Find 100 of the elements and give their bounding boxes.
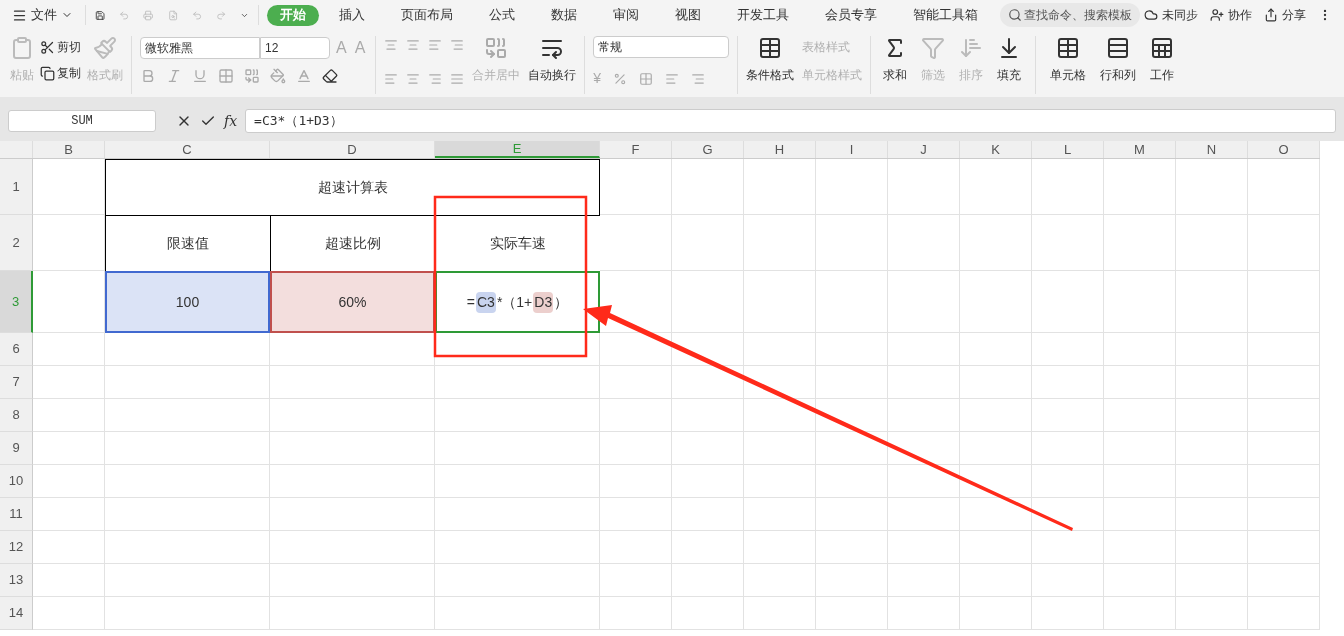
ribbon-icon[interactable] [1056, 36, 1081, 60]
paste-icon[interactable] [10, 36, 34, 60]
row-header[interactable]: 10 [0, 465, 33, 498]
ribbon-button[interactable]: 单元格 [1050, 66, 1087, 84]
border-icon[interactable] [218, 68, 234, 84]
ribbon-icon[interactable] [1106, 36, 1131, 60]
cut-button[interactable]: 剪切 [57, 38, 81, 56]
ribbon-button[interactable]: 求和 [883, 66, 908, 84]
empty-cell [1032, 597, 1104, 630]
row-header[interactable]: 6 [0, 333, 33, 366]
number-format-select[interactable]: 常规 [593, 36, 730, 58]
empty-cell [1104, 531, 1176, 564]
merge-icon[interactable] [484, 36, 509, 60]
align-icon[interactable] [384, 38, 399, 52]
underline-icon[interactable] [192, 68, 208, 84]
ribbon-tab[interactable]: 会员专享 [809, 4, 893, 26]
empty-cell [600, 498, 672, 531]
empty-cell [1104, 271, 1176, 333]
indent-icon[interactable] [450, 38, 465, 52]
column-header[interactable]: L [1032, 141, 1104, 158]
empty-cell [1176, 597, 1248, 630]
align-center-icon[interactable] [406, 72, 421, 86]
ribbon-button[interactable]: 填充 [997, 66, 1022, 84]
row-header[interactable]: 13 [0, 564, 33, 597]
wrap-button[interactable]: 自动换行 [528, 66, 577, 84]
font-color-icon[interactable] [296, 68, 312, 84]
action-button[interactable]: 未同步 [1144, 6, 1198, 24]
empty-cell [1248, 399, 1320, 432]
row-header[interactable]: 7 [0, 366, 33, 399]
thousands-icon[interactable] [639, 71, 654, 86]
conditional-format-icon[interactable] [758, 36, 783, 60]
decimal-decrease-icon[interactable] [691, 71, 706, 86]
ribbon-tab[interactable]: 智能工具箱 [897, 4, 994, 26]
fill-color-icon[interactable] [270, 68, 286, 84]
copy-icon[interactable] [40, 65, 55, 81]
column-header[interactable]: M [1104, 141, 1176, 158]
empty-cell [672, 432, 744, 465]
editing-cell[interactable]: =C3*（1+D3） [435, 271, 600, 333]
empty-cell [600, 215, 672, 271]
name-box[interactable]: SUM [8, 110, 156, 132]
empty-cell [816, 366, 888, 399]
action-button[interactable]: 分享 [1264, 6, 1306, 24]
ribbon-tab[interactable]: 视图 [659, 4, 717, 26]
empty-cell [816, 215, 888, 271]
row-header[interactable]: 11 [0, 498, 33, 531]
align-left-icon[interactable] [384, 72, 399, 86]
font-select[interactable]: 微软雅黑 [140, 37, 260, 59]
conditional-format-button[interactable]: 条件格式 [746, 66, 795, 84]
empty-cell [1176, 531, 1248, 564]
italic-icon[interactable] [166, 68, 182, 84]
indent-icon[interactable] [428, 38, 443, 52]
ribbon-icon[interactable] [1150, 36, 1175, 60]
ribbon-button[interactable]: 行和列 [1100, 66, 1137, 84]
align-icon[interactable] [406, 38, 421, 52]
ribbon-button[interactable]: 工作 [1150, 66, 1175, 84]
row-header[interactable]: 14 [0, 597, 33, 630]
empty-cell [960, 432, 1032, 465]
percent-icon[interactable] [613, 71, 628, 86]
column-header[interactable]: O [1248, 141, 1320, 158]
empty-cell [1032, 215, 1104, 271]
column-header[interactable]: K [960, 141, 1032, 158]
column-header[interactable]: N [1176, 141, 1248, 158]
decimal-increase-icon[interactable] [665, 71, 680, 86]
empty-cell [1104, 215, 1176, 271]
font-size-select[interactable]: 12 [260, 37, 330, 59]
column-header[interactable]: B [33, 141, 105, 158]
row-header[interactable]: 8 [0, 399, 33, 432]
justify-icon[interactable] [450, 72, 465, 86]
eraser-icon[interactable] [322, 68, 338, 84]
empty-cell [744, 597, 816, 630]
action-button[interactable]: 协作 [1210, 6, 1252, 24]
column-header[interactable]: G [672, 141, 744, 158]
column-header[interactable]: I [816, 141, 888, 158]
row-header[interactable]: 9 [0, 432, 33, 465]
column-header[interactable]: F [600, 141, 672, 158]
empty-cell [888, 333, 960, 366]
align-right-icon[interactable] [428, 72, 443, 86]
copy-button[interactable]: 复制 [57, 64, 81, 82]
search-field[interactable]: 查找命令、搜索模板 [1000, 3, 1140, 27]
empty-cell [1176, 366, 1248, 399]
column-header[interactable]: H [744, 141, 816, 158]
formula-field[interactable]: =C3*（1+D3） [245, 109, 1336, 133]
ribbon-tab[interactable]: 插入 [323, 4, 381, 26]
empty-cell [1032, 465, 1104, 498]
bold-icon[interactable] [140, 68, 156, 84]
row-header[interactable]: 12 [0, 531, 33, 564]
row-header[interactable]: 1 [0, 159, 33, 215]
ribbon-tab[interactable]: 开发工具 [721, 4, 805, 26]
cell-fill-icon[interactable] [244, 68, 260, 84]
ribbon-tab[interactable]: 页面布局 [385, 4, 469, 26]
file-menu[interactable]: 文件 [12, 5, 81, 25]
ribbon-tab[interactable]: 公式 [473, 4, 531, 26]
format-painter-icon[interactable] [93, 36, 117, 60]
cut-icon[interactable] [40, 39, 55, 55]
ribbon-tab[interactable]: 审阅 [597, 4, 655, 26]
column-header[interactable]: J [888, 141, 960, 158]
row-header[interactable]: 2 [0, 215, 33, 271]
column-header[interactable]: C [105, 141, 270, 158]
ribbon-tab[interactable]: 数据 [535, 4, 593, 26]
function-icon[interactable]: fx [224, 110, 238, 132]
